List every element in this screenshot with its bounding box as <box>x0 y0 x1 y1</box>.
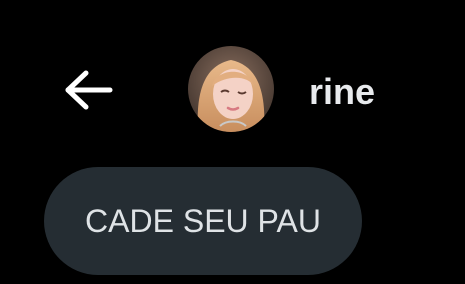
contact-name[interactable]: rine <box>309 70 375 114</box>
chat-screen: rine CADE SEU PAU <box>0 0 465 284</box>
message-bubble[interactable]: CADE SEU PAU <box>44 167 362 275</box>
contact-avatar[interactable] <box>188 46 274 132</box>
avatar-photo <box>188 46 274 132</box>
arrow-left-icon <box>65 70 113 110</box>
message-text: CADE SEU PAU <box>85 202 321 239</box>
back-button[interactable] <box>56 62 120 118</box>
